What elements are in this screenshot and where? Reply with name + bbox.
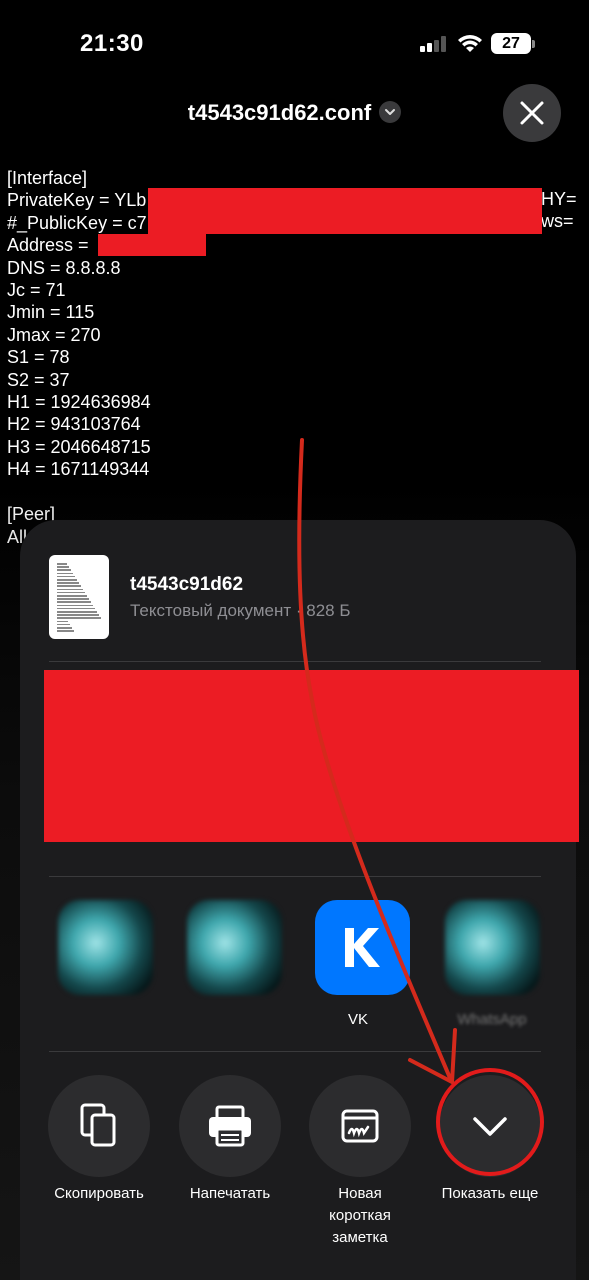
conf-line: DNS = 8.8.8.8 (7, 257, 121, 278)
divider (49, 1051, 541, 1052)
conf-line: Jmax = 270 (7, 324, 101, 345)
divider (49, 661, 541, 662)
vk-label: VK (347, 1011, 368, 1028)
thumb-line (57, 601, 91, 603)
thumb-line (57, 591, 85, 594)
thumb-line (57, 627, 72, 629)
thumb-line (57, 585, 81, 587)
vk-logo-icon (345, 928, 380, 967)
file-title-text: t4543c91d62.conf (187, 100, 372, 125)
battery-tip (532, 40, 535, 48)
whatsapp-app-tile[interactable] (445, 900, 540, 995)
conf-line: Jc = 71 (7, 280, 66, 301)
wifi-icon (458, 35, 482, 52)
printer-icon (209, 1105, 251, 1147)
redaction-keys (148, 188, 542, 234)
thumb-line (57, 623, 70, 626)
conf-line: H3 = 2046648715 (7, 436, 151, 457)
thumb-line (57, 588, 83, 591)
private-key-tail: HY= (541, 189, 577, 209)
print-button[interactable] (179, 1075, 281, 1177)
document-meta: Текстовый документ · 828 Б (130, 601, 351, 620)
chevron-down-icon[interactable] (379, 101, 402, 124)
conf-line: [Interface] (7, 168, 88, 188)
thumb-line (57, 598, 89, 600)
thumb-line (57, 620, 68, 623)
copy-label: Скопировать (54, 1185, 144, 1202)
conf-line: Address = (7, 235, 94, 256)
copy-button[interactable] (48, 1075, 150, 1177)
file-title[interactable]: t4543c91d62.conf (0, 100, 589, 126)
thumb-line (57, 582, 79, 584)
document-name: t4543c91d62 (130, 574, 244, 595)
app-tile-2[interactable] (187, 900, 282, 995)
thumb-line (57, 614, 99, 616)
app-tile-1[interactable] (58, 900, 153, 995)
thumb-line (57, 566, 69, 568)
show-more-label: Показать еще (441, 1185, 539, 1202)
conf-line: Jmin = 115 (7, 302, 95, 323)
redaction-address (98, 234, 206, 256)
annotation-highlight-circle (436, 1068, 544, 1176)
close-icon (520, 101, 544, 125)
battery-indicator: 27 (491, 33, 531, 54)
document-thumbnail (49, 555, 109, 639)
status-time: 21:30 (80, 30, 144, 57)
print-label: Напечатать (189, 1185, 271, 1202)
copy-icon (80, 1103, 116, 1147)
thumb-line (57, 595, 87, 597)
close-button[interactable] (503, 84, 561, 142)
thumb-line (57, 611, 97, 613)
whatsapp-label: WhatsApp (457, 1011, 527, 1028)
thumb-line (57, 572, 73, 575)
conf-line: S2 = 37 (7, 369, 70, 390)
conf-line: S1 = 78 (7, 347, 70, 368)
thumb-line (57, 563, 67, 565)
thumb-line (57, 630, 74, 632)
thumb-line (57, 604, 93, 607)
divider (49, 876, 541, 877)
conf-line: H2 = 943103764 (7, 414, 141, 435)
quick-note-button[interactable] (309, 1075, 411, 1177)
public-key-tail: ws= (541, 211, 574, 231)
redaction-contacts (44, 670, 579, 842)
quick-note-icon (341, 1109, 379, 1143)
thumb-line (57, 617, 101, 619)
cellular-signal-icon (420, 36, 448, 52)
vk-app-tile[interactable] (315, 900, 410, 995)
conf-line: H4 = 1671149344 (7, 459, 150, 480)
conf-line: H1 = 1924636984 (7, 392, 151, 413)
thumb-line (57, 569, 71, 571)
quick-note-label: Новая короткая заметка (329, 1185, 391, 1246)
thumb-line (57, 575, 75, 578)
thumb-line (57, 607, 95, 610)
thumb-line (57, 579, 77, 581)
